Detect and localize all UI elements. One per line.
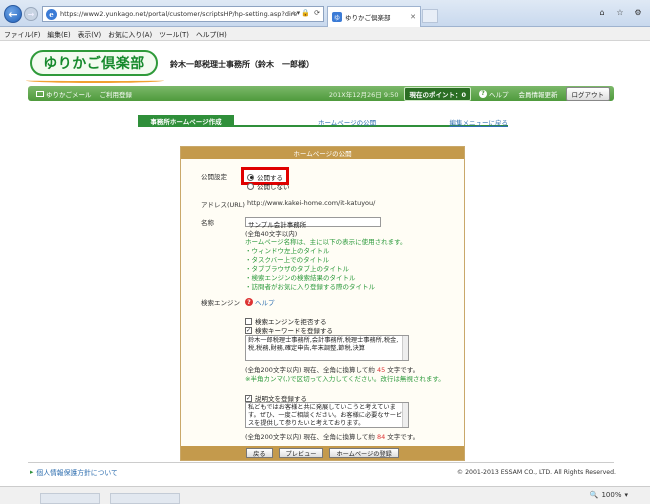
back-to-menu-link[interactable]: 編集メニューに戻る: [450, 117, 509, 127]
desc-count-pre: (全角200文字以内) 現在、全角に換算して約: [245, 433, 375, 441]
name-input[interactable]: サンプル会計事務所: [245, 217, 381, 229]
member-bar: ゆりかごメール ご利用登録 201X年12月26日 9:50 現在のポイント：0…: [28, 86, 614, 101]
menu-edit[interactable]: 編集(E): [47, 29, 70, 39]
keywords-hint: ※半角カンマ(,)で区切って入力してください。改行は無視されます。: [245, 375, 445, 383]
radio-private-label: 公開しない: [257, 183, 290, 191]
address-bar-url: https://www2.yunkago.net/portal/customer…: [60, 10, 298, 18]
menu-bar: ファイル(F) 編集(E) 表示(V) お気に入り(A) ツール(T) ヘルプ(…: [0, 27, 650, 41]
keywords-value: 鈴木一郎税理士事務所,会計事務所,税理士事務所,税金,税,税務,財務,確定申告,…: [248, 337, 399, 352]
arrow-left-icon: ←: [8, 7, 18, 21]
new-tab-button[interactable]: [422, 9, 438, 23]
tab-favicon-icon: ゆ: [332, 12, 342, 22]
points-value: 0: [461, 90, 466, 99]
current-date: 201X年12月26日 9:50: [328, 90, 399, 99]
search-engine-label: 検索エンジン: [201, 299, 240, 307]
site-logo[interactable]: ゆりかご倶楽部: [30, 50, 158, 76]
zoom-level: 100%: [601, 491, 622, 499]
address-label: アドレス(URL): [201, 201, 245, 209]
logo-swoosh: [26, 78, 164, 83]
home-icon[interactable]: ⌂: [596, 6, 608, 18]
checkbox-keywords[interactable]: ✓: [245, 326, 252, 334]
points-label: 現在のポイント：: [409, 90, 462, 99]
chevron-down-icon: ▾: [624, 491, 628, 499]
gear-icon[interactable]: ⚙: [632, 6, 644, 18]
ie-icon: e: [46, 8, 57, 20]
radio-publish-dot[interactable]: [247, 173, 254, 181]
check-keywords-label: 検索キーワードを登録する: [255, 327, 333, 335]
guide-link[interactable]: ご利用登録: [100, 89, 133, 99]
address-value: http://www.kakei-home.com/it-katuyou/: [247, 199, 376, 207]
status-bar: 🔍 100% ▾: [0, 486, 650, 504]
privacy-link[interactable]: ▸ 個人情報保護方針について: [30, 467, 118, 477]
status-segment: [40, 493, 100, 504]
menu-view[interactable]: 表示(V): [78, 29, 102, 39]
menu-tools[interactable]: ツール(T): [159, 29, 189, 39]
member-update-link[interactable]: 会員情報更新: [519, 89, 558, 99]
back-button[interactable]: ←: [4, 5, 22, 23]
forward-button[interactable]: →: [24, 7, 38, 21]
radio-private-dot[interactable]: [247, 182, 254, 190]
description-textarea[interactable]: 私どもではお客様と共に発展していこうと考えています。ぜひ、一度ご相談ください。お…: [245, 402, 409, 428]
register-homepage-button[interactable]: ホームページの登録: [329, 448, 399, 458]
desc-count-post: 文字です。: [387, 433, 420, 441]
mail-icon: [36, 90, 44, 97]
privacy-label: 個人情報保護方針について: [36, 469, 118, 477]
menu-help[interactable]: ヘルプ(H): [196, 29, 227, 39]
close-tab-icon[interactable]: ✕: [410, 13, 416, 21]
firm-name: 鈴木一郎税理士事務所（鈴木 一郎様）: [170, 60, 314, 69]
address-bar[interactable]: e https://www2.yunkago.net/portal/custom…: [42, 6, 324, 22]
checkbox-reject[interactable]: [245, 317, 252, 325]
menu-favorites[interactable]: お気に入り(A): [108, 29, 152, 39]
browser-tab[interactable]: ゆ ゆりかご倶楽部 ✕: [327, 6, 421, 27]
radio-private[interactable]: 公開しない: [247, 181, 290, 191]
check-keywords[interactable]: ✓ 検索キーワードを登録する: [245, 325, 333, 335]
browser-titlebar: ← → e https://www2.yunkago.net/portal/cu…: [0, 0, 650, 27]
checkbox-description[interactable]: ✓: [245, 394, 252, 402]
section-tabs: 事務所ホームページ作成 ホームページの公開 編集メニューに戻る: [138, 115, 508, 127]
browser-tab-title: ゆりかご倶楽部: [345, 14, 391, 22]
name-label: 名称: [201, 219, 214, 227]
zoom-icon: 🔍: [589, 491, 599, 499]
site-header: ゆりかご倶楽部 鈴木一郎税理士事務所（鈴木 一郎様）: [0, 42, 650, 86]
tab-homepage-create[interactable]: 事務所ホームページ作成: [138, 115, 234, 127]
question-icon: ?: [479, 89, 487, 98]
arrow-right-icon: →: [27, 9, 35, 19]
search-help-label: ヘルプ: [255, 299, 275, 307]
logout-button[interactable]: ログアウト: [565, 86, 610, 101]
zoom-control[interactable]: 🔍 100% ▾: [590, 491, 628, 499]
footer-divider: [28, 462, 614, 463]
mail-link[interactable]: ゆりかごメール: [36, 89, 92, 99]
desc-count-value: 84: [376, 433, 386, 441]
tab-homepage-publish[interactable]: ホームページの公開: [318, 117, 376, 127]
help-label: ヘルプ: [489, 90, 509, 99]
help-link[interactable]: ? ヘルプ: [479, 89, 509, 99]
description-value: 私どもではお客様と共に発展していこうと考えています。ぜひ、一度ご相談ください。お…: [248, 404, 403, 427]
copyright: © 2001-2013 ESSAM CO., LTD. All Rights R…: [456, 469, 616, 476]
publish-panel: ホームページの公開 公開設定 公開する 公開しない アドレス(URL) http…: [180, 146, 465, 461]
search-help-link[interactable]: ? ヘルプ: [245, 297, 275, 307]
status-segment: [110, 493, 180, 504]
description-scrollbar[interactable]: [402, 403, 408, 427]
keywords-textarea[interactable]: 鈴木一郎税理士事務所,会計事務所,税理士事務所,税金,税,税務,財務,確定申告,…: [245, 335, 409, 361]
window-toolbar: ⌂ ☆ ⚙: [596, 6, 644, 18]
points-badge: 現在のポイント：0: [404, 86, 471, 101]
question-icon: ?: [245, 298, 253, 306]
preview-button[interactable]: プレビュー: [278, 448, 324, 458]
search-refresh-icons[interactable]: ⌕▾🔒 ⟳: [292, 9, 321, 18]
publish-setting-label: 公開設定: [201, 173, 227, 181]
keywords-scrollbar[interactable]: [402, 336, 408, 360]
name-note-5: ・訪問者がお気に入り登録する際のタイトル: [245, 283, 375, 291]
panel-button-bar: 戻る プレビュー ホームページの登録: [181, 446, 464, 460]
panel-title: ホームページの公開: [181, 147, 464, 159]
menu-file[interactable]: ファイル(F): [4, 29, 40, 39]
mail-label: ゆりかごメール: [46, 90, 92, 99]
back-button[interactable]: 戻る: [246, 448, 273, 458]
logo-text: ゆりかご倶楽部: [43, 56, 145, 72]
arrow-bullet-icon: ▸: [30, 468, 34, 476]
desc-count: (全角200文字以内) 現在、全角に換算して約 84 文字です。: [245, 431, 419, 441]
favorites-star-icon[interactable]: ☆: [614, 6, 626, 18]
